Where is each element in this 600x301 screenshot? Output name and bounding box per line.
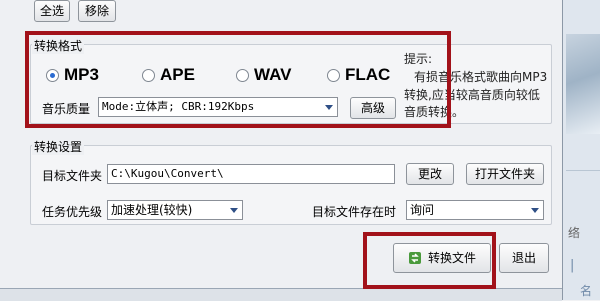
priority-select-value: 加速处理(较快) (111, 203, 193, 217)
format-option-wav[interactable]: WAV (236, 65, 291, 85)
background-text: | (570, 258, 575, 273)
select-all-button[interactable]: 全选 (34, 0, 70, 22)
dropdown-arrow-icon (531, 208, 539, 213)
exists-select[interactable]: 询问 (406, 200, 544, 220)
background-divider (566, 170, 600, 171)
dropdown-arrow-icon (325, 105, 333, 110)
background-text: 络 (568, 226, 581, 240)
radio-unselected-icon (142, 68, 155, 82)
exit-button[interactable]: 退出 (499, 243, 549, 273)
format-option-mp3[interactable]: MP3 (46, 65, 99, 85)
open-folder-button[interactable]: 打开文件夹 (466, 163, 544, 185)
hint-title: 提示: (404, 52, 433, 66)
priority-label: 任务优先级 (42, 205, 103, 219)
exists-label: 目标文件存在时 (312, 205, 397, 219)
hint-text: 有损音乐格式歌曲向MP3 (414, 70, 548, 84)
priority-select[interactable]: 加速处理(较快) (107, 200, 243, 220)
radio-unselected-icon (236, 68, 249, 82)
target-folder-label: 目标文件夹 (42, 169, 103, 183)
format-option-label: MP3 (64, 65, 99, 84)
remove-button[interactable]: 移除 (78, 0, 116, 22)
radio-selected-icon (46, 68, 59, 82)
settings-group-title: 转换设置 (32, 138, 85, 155)
format-option-label: APE (160, 65, 195, 84)
advanced-button[interactable]: 高级 (350, 97, 396, 119)
dropdown-arrow-icon (230, 208, 238, 213)
convert-button-label: 转换文件 (427, 251, 476, 265)
radio-unselected-icon (327, 68, 340, 82)
format-group-title: 转换格式 (32, 37, 85, 54)
exists-select-value: 询问 (410, 203, 435, 217)
hint-text: 转换,应当较高音质向较低 (404, 88, 540, 102)
dialog-bottom-edge (0, 288, 562, 301)
convert-icon (408, 252, 421, 264)
format-option-flac[interactable]: FLAC (327, 65, 390, 85)
quality-select-value: Mode:立体声; CBR:192Kbps (102, 100, 255, 113)
hint-text: 音质转换。 (404, 105, 465, 119)
target-folder-input[interactable]: C:\Kugou\Convert\ (107, 164, 395, 184)
quality-select[interactable]: Mode:立体声; CBR:192Kbps (98, 97, 338, 117)
format-option-label: FLAC (345, 65, 391, 84)
convert-button[interactable]: 转换文件 (393, 243, 491, 273)
format-option-ape[interactable]: APE (142, 65, 195, 85)
background-image (566, 34, 600, 134)
quality-label: 音乐质量 (42, 102, 91, 116)
change-folder-button[interactable]: 更改 (406, 163, 454, 185)
background-text: 名 (580, 284, 593, 298)
format-option-label: WAV (254, 65, 292, 84)
convert-dialog: 全选 移除 转换格式 MP3 APE WAV FLAC 音乐质量 Mode:立体… (0, 0, 563, 301)
